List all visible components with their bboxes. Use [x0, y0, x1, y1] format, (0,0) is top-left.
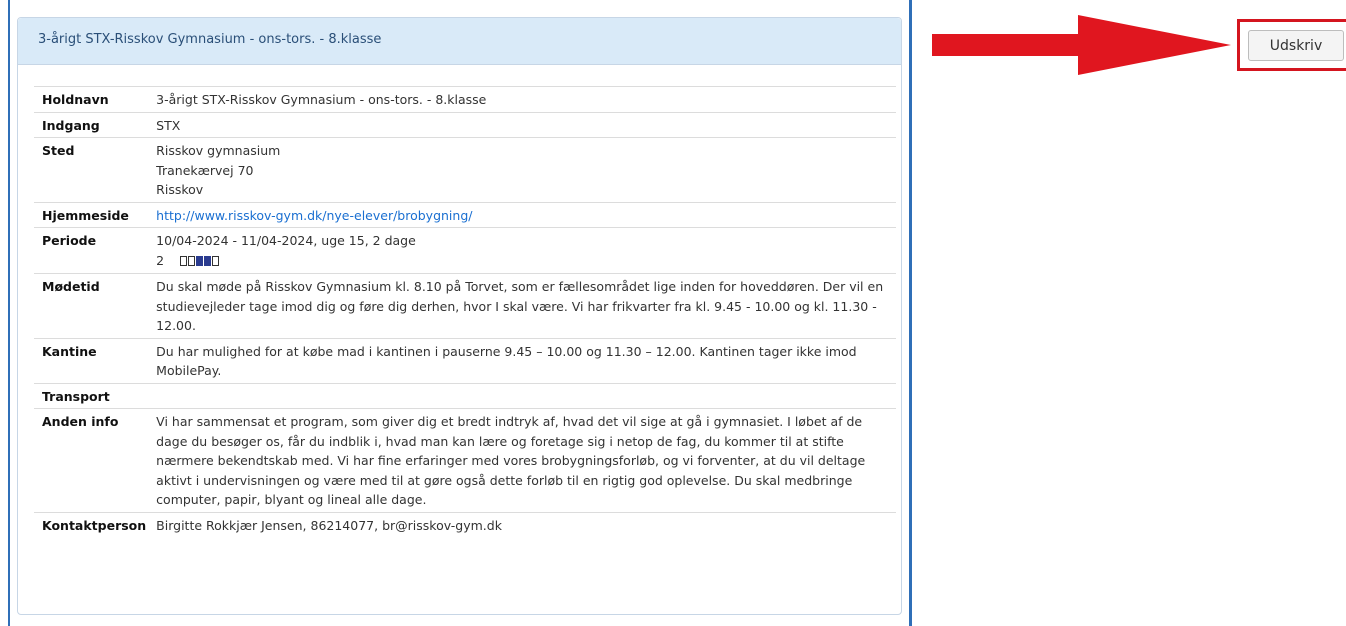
- sted-label: Sted: [34, 137, 151, 202]
- indgang-label: Indgang: [34, 111, 151, 138]
- row-anden-info: Anden info Vi har sammensat et program, …: [34, 408, 896, 512]
- week-count: 2: [156, 252, 165, 268]
- print-highlight-box: Udskriv: [1237, 19, 1346, 71]
- page: 3-årigt STX-Risskov Gymnasium - ons-tors…: [0, 0, 1346, 626]
- row-indgang: Indgang STX: [34, 111, 896, 138]
- kontaktperson-label: Kontaktperson: [34, 511, 151, 537]
- hjemmeside-link[interactable]: http://www.risskov-gym.dk/nye-elever/bro…: [156, 208, 472, 223]
- anden-info-value: Vi har sammensat et program, som giver d…: [150, 408, 896, 512]
- print-button[interactable]: Udskriv: [1248, 30, 1344, 61]
- holdnavn-label: Holdnavn: [34, 86, 151, 112]
- transport-value: [150, 382, 896, 409]
- row-transport: Transport: [34, 382, 896, 409]
- row-kantine: Kantine Du har mulighed for at købe mad …: [34, 337, 896, 383]
- row-hjemmeside: Hjemmeside http://www.risskov-gym.dk/nye…: [34, 201, 896, 228]
- modetid-value: Du skal møde på Risskov Gymnasium kl. 8.…: [150, 273, 896, 338]
- kontaktperson-value: Birgitte Rokkjær Jensen, 86214077, br@ri…: [150, 511, 896, 537]
- sted-line: Tranekærvej 70: [156, 162, 254, 178]
- week-box: [180, 255, 188, 266]
- week-indicator: [180, 252, 220, 272]
- kantine-value: Du har mulighed for at købe mad i kantin…: [150, 337, 896, 383]
- periode-value: 10/04-2024 - 11/04-2024, uge 15, 2 dage: [156, 233, 416, 248]
- kantine-label: Kantine: [34, 337, 151, 383]
- hjemmeside-label: Hjemmeside: [34, 201, 151, 228]
- course-panel: 3-årigt STX-Risskov Gymnasium - ons-tors…: [17, 17, 902, 615]
- week-box: [212, 255, 220, 266]
- row-sted: Sted Risskov gymnasium Tranekærvej 70 Ri…: [34, 137, 896, 202]
- periode-weeks: 2: [156, 251, 892, 272]
- sted-line: Risskov gymnasium: [156, 143, 281, 158]
- periode-label: Periode: [34, 227, 151, 274]
- course-details-table: Holdnavn 3-årigt STX-Risskov Gymnasium -…: [34, 86, 896, 537]
- holdnavn-value: 3-årigt STX-Risskov Gymnasium - ons-tors…: [150, 86, 896, 112]
- sted-value: Risskov gymnasium Tranekærvej 70 Risskov: [150, 137, 896, 202]
- week-box: [204, 255, 212, 266]
- anden-info-label: Anden info: [34, 408, 151, 512]
- sted-line: Risskov: [156, 182, 204, 197]
- row-periode: Periode 10/04-2024 - 11/04-2024, uge 15,…: [34, 227, 896, 274]
- week-box: [188, 255, 196, 266]
- indgang-value: STX: [150, 111, 896, 138]
- row-holdnavn: Holdnavn 3-årigt STX-Risskov Gymnasium -…: [34, 86, 896, 112]
- red-arrow-annotation: [932, 15, 1231, 75]
- panel-heading: 3-årigt STX-Risskov Gymnasium - ons-tors…: [18, 18, 901, 65]
- row-modetid: Mødetid Du skal møde på Risskov Gymnasiu…: [34, 273, 896, 338]
- transport-label: Transport: [34, 382, 151, 409]
- modetid-label: Mødetid: [34, 273, 151, 338]
- row-kontaktperson: Kontaktperson Birgitte Rokkjær Jensen, 8…: [34, 511, 896, 537]
- week-box: [196, 255, 204, 266]
